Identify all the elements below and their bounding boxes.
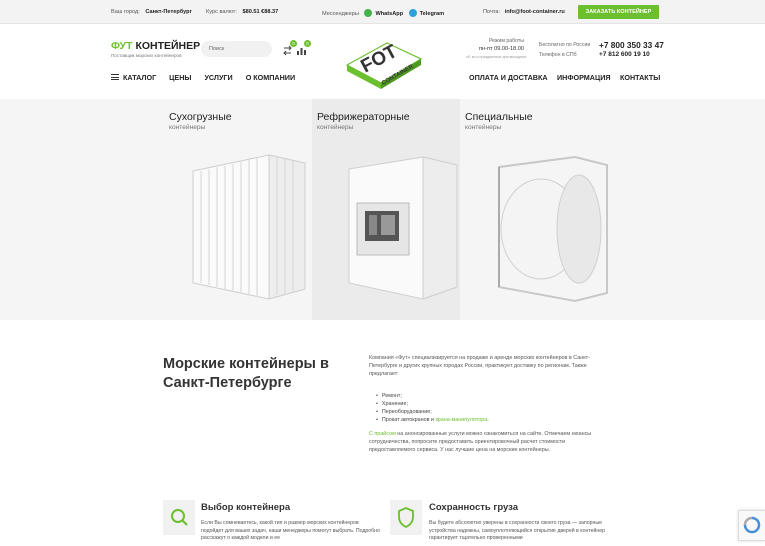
nav-catalog[interactable]: КАТАЛОГ <box>111 73 156 82</box>
city-selector[interactable]: Ваш город: Санкт-Петербург <box>111 9 192 15</box>
nav-about[interactable]: О КОМПАНИИ <box>246 73 295 82</box>
crane-link[interactable]: крана-манипулятора <box>435 417 487 423</box>
compare-button[interactable]: 0 <box>282 40 297 56</box>
hours-value: пн-пт 09.00-18.00 <box>479 46 524 52</box>
about-outro: С прайсом на анонсированные услуги можно… <box>369 431 592 453</box>
logo-tagline: Поставщик морских контейнеров <box>111 53 182 58</box>
stats-button[interactable]: 0 <box>296 40 311 55</box>
hours-label: Режим работы <box>488 38 524 44</box>
nav-services[interactable]: УСЛУГИ <box>204 73 232 82</box>
currency-rates: Курс валют: $80.51 €88.37 <box>206 9 279 15</box>
feature-title: Сохранность груза <box>429 502 519 513</box>
phone-spb-label: Телефон в СПб <box>539 52 577 58</box>
dry-container-image <box>192 154 306 300</box>
stats-count: 0 <box>304 40 311 47</box>
category-hero: Сухогрузные контейнеры Рефрижераторные к… <box>0 99 765 320</box>
phone-free[interactable]: +7 800 350 33 47 <box>599 40 664 50</box>
main-nav-left: КАТАЛОГ ЦЕНЫ УСЛУГИ О КОМПАНИИ <box>111 73 306 82</box>
top-bar: Ваш город: Санкт-Петербург Курс валют: $… <box>0 0 765 24</box>
menu-icon <box>111 74 119 80</box>
mail-link[interactable]: info@foot-container.ru <box>505 9 565 15</box>
nav-prices[interactable]: ЦЕНЫ <box>169 73 191 82</box>
nav-contacts[interactable]: КОНТАКТЫ <box>620 73 660 82</box>
city-value[interactable]: Санкт-Петербург <box>145 9 192 15</box>
recaptcha-icon <box>743 516 761 534</box>
feature-text: Если Вы сомневаетесь, какой тип и размер… <box>201 520 380 541</box>
feature-text: Вы будете абсолютно уверены в сохранност… <box>429 520 606 541</box>
category-card-reefer[interactable]: Рефрижераторные контейнеры <box>317 99 458 320</box>
nav-payment[interactable]: ОПЛАТА И ДОСТАВКА <box>469 73 548 82</box>
category-card-dry[interactable]: Сухогрузные контейнеры <box>169 99 309 320</box>
category-card-special[interactable]: Специальные контейнеры <box>465 99 608 320</box>
recaptcha-badge[interactable] <box>738 510 765 541</box>
whatsapp-icon <box>364 9 373 17</box>
search-input[interactable]: Поиск <box>201 41 272 57</box>
site-logo[interactable]: ФУТ КОНТЕЙНЕР <box>111 40 200 52</box>
services-list: Ремонт; Хранение; Переоборудование; Прок… <box>376 392 489 424</box>
phone-spb[interactable]: +7 812 600 19 10 <box>599 51 650 58</box>
telegram-icon <box>408 9 417 17</box>
about-heading: Морские контейнеры в Санкт-Петербурге <box>163 356 329 391</box>
list-item: Хранение; <box>376 400 489 408</box>
list-item: Прокат автокранов и крана-манипулятора. <box>376 416 489 424</box>
list-item: Ремонт; <box>376 392 489 400</box>
about-intro: Компания «Фут» специализируется на прода… <box>369 355 590 377</box>
feature-icon-box <box>163 500 195 535</box>
telegram-link[interactable]: Telegram <box>408 9 444 17</box>
search-icon <box>171 509 188 526</box>
container-logo-icon[interactable]: FOT CONTAINER <box>343 29 425 89</box>
list-item: Переоборудование; <box>376 408 489 416</box>
tank-container-image <box>498 155 608 303</box>
price-link[interactable]: С прайсом <box>369 431 396 437</box>
hours-note: сб, вс и праздничные дни выходные <box>466 55 527 59</box>
phone-free-label: Бесплатно по России <box>539 42 591 48</box>
feature-title: Выбор контейнера <box>201 502 291 513</box>
shield-icon <box>398 507 414 529</box>
mail: Почта: info@foot-container.ru <box>483 9 565 15</box>
messengers: Мессенджеры WhatsApp Telegram <box>322 9 445 17</box>
whatsapp-link[interactable]: WhatsApp <box>364 9 403 17</box>
reefer-container-image <box>348 156 458 300</box>
nav-info[interactable]: ИНФОРМАЦИЯ <box>557 73 611 82</box>
order-container-button[interactable]: ЗАКАЗАТЬ КОНТЕЙНЕР <box>578 5 659 19</box>
feature-icon-box <box>390 500 422 535</box>
